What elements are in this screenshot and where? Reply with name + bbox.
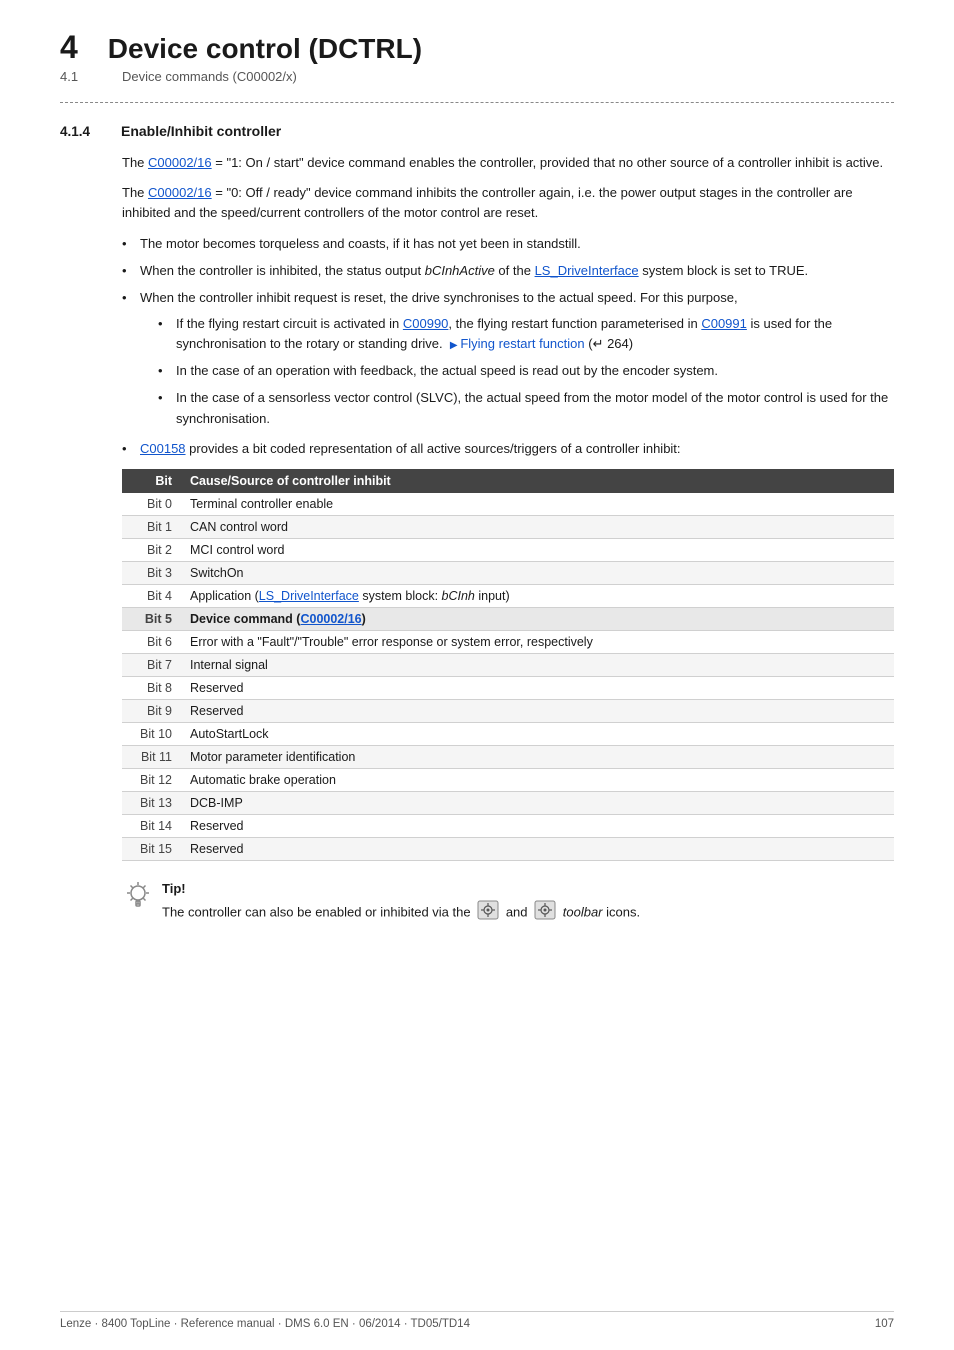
- paragraph-1: The C00002/16 = "1: On / start" device c…: [122, 153, 894, 173]
- bit-cell: Bit 0: [122, 493, 182, 516]
- bit-cell: Bit 8: [122, 676, 182, 699]
- section-title: Enable/Inhibit controller: [121, 123, 281, 139]
- cause-cell: AutoStartLock: [182, 722, 894, 745]
- cause-cell: SwitchOn: [182, 561, 894, 584]
- bit-cell: Bit 11: [122, 745, 182, 768]
- bullet-4: C00158 provides a bit coded representati…: [122, 439, 894, 459]
- link-c00002-16-p1[interactable]: C00002/16: [148, 155, 212, 170]
- sub-bullet-2: In the case of an operation with feedbac…: [158, 361, 894, 381]
- section-number: 4.1.4: [60, 124, 105, 139]
- tip-content: Tip! The controller can also be enabled …: [162, 881, 894, 926]
- tip-box: Tip! The controller can also be enabled …: [122, 881, 894, 926]
- cause-cell: Application (LS_DriveInterface system bl…: [182, 584, 894, 607]
- bit-cell: Bit 3: [122, 561, 182, 584]
- cause-cell: Reserved: [182, 699, 894, 722]
- sub-bullet-1: If the flying restart circuit is activat…: [158, 314, 894, 354]
- cause-cell: Reserved: [182, 837, 894, 860]
- cause-cell: Error with a "Fault"/"Trouble" error res…: [182, 630, 894, 653]
- cause-cell: Device command (C00002/16): [182, 607, 894, 630]
- bit-cell: Bit 2: [122, 538, 182, 561]
- header-title-row: 4 Device control (DCTRL): [60, 30, 894, 65]
- toolbar-icon-1: [477, 900, 499, 926]
- page-container: 4 Device control (DCTRL) 4.1 Device comm…: [0, 0, 954, 1350]
- cause-cell: Internal signal: [182, 653, 894, 676]
- bit-cell: Bit 6: [122, 630, 182, 653]
- bit-cell: Bit 15: [122, 837, 182, 860]
- paragraph-2: The C00002/16 = "0: Off / ready" device …: [122, 183, 894, 223]
- tip-text: The controller can also be enabled or in…: [162, 900, 894, 926]
- bit-cell: Bit 10: [122, 722, 182, 745]
- table-row: Bit 4 Application (LS_DriveInterface sys…: [122, 584, 894, 607]
- table-row: Bit 6 Error with a "Fault"/"Trouble" err…: [122, 630, 894, 653]
- toolbar-icon-2: [534, 900, 556, 926]
- table-row: Bit 9 Reserved: [122, 699, 894, 722]
- table-row: Bit 11 Motor parameter identification: [122, 745, 894, 768]
- sub-bullet-list: If the flying restart circuit is activat…: [158, 314, 894, 429]
- table-row-highlight: Bit 5 Device command (C00002/16): [122, 607, 894, 630]
- bit-cell: Bit 9: [122, 699, 182, 722]
- table-row: Bit 13 DCB-IMP: [122, 791, 894, 814]
- sub-heading-row: 4.1 Device commands (C00002/x): [60, 69, 894, 84]
- chapter-number: 4: [60, 30, 78, 65]
- cause-cell: Motor parameter identification: [182, 745, 894, 768]
- link-c00158[interactable]: C00158: [140, 441, 186, 456]
- bullet-2: When the controller is inhibited, the st…: [122, 261, 894, 281]
- cause-cell: MCI control word: [182, 538, 894, 561]
- cause-cell: Automatic brake operation: [182, 768, 894, 791]
- sub-text: Device commands (C00002/x): [122, 69, 297, 84]
- bit-cell: Bit 13: [122, 791, 182, 814]
- bullet-3: When the controller inhibit request is r…: [122, 288, 894, 429]
- link-c00002-16-table[interactable]: C00002/16: [300, 612, 361, 626]
- bullet-3-text: When the controller inhibit request is r…: [140, 290, 738, 305]
- chapter-title: Device control (DCTRL): [108, 33, 422, 65]
- tip-svg-icon: [122, 879, 154, 911]
- cause-cell: Terminal controller enable: [182, 493, 894, 516]
- bit-cell: Bit 4: [122, 584, 182, 607]
- link-ls-driveinterface-b2[interactable]: LS_DriveInterface: [535, 263, 639, 278]
- link-c00002-16-p2[interactable]: C00002/16: [148, 185, 212, 200]
- tip-label: Tip!: [162, 881, 894, 896]
- table-header-row: Bit Cause/Source of controller inhibit: [122, 469, 894, 493]
- table-row: Bit 0 Terminal controller enable: [122, 493, 894, 516]
- link-c00991[interactable]: C00991: [701, 316, 747, 331]
- bit-cell: Bit 5: [122, 607, 182, 630]
- link-flying-restart[interactable]: Flying restart function: [450, 336, 585, 351]
- bit-cell: Bit 14: [122, 814, 182, 837]
- cause-cell: DCB-IMP: [182, 791, 894, 814]
- col-cause: Cause/Source of controller inhibit: [182, 469, 894, 493]
- bullet-1-text: The motor becomes torqueless and coasts,…: [140, 236, 581, 251]
- table-row: Bit 7 Internal signal: [122, 653, 894, 676]
- section-heading: 4.1.4 Enable/Inhibit controller: [60, 123, 894, 139]
- sub-bullet-3: In the case of a sensorless vector contr…: [158, 388, 894, 428]
- cause-cell: Reserved: [182, 676, 894, 699]
- bit-cell: Bit 7: [122, 653, 182, 676]
- bit-cell: Bit 12: [122, 768, 182, 791]
- cause-cell: CAN control word: [182, 515, 894, 538]
- page-footer: Lenze · 8400 TopLine · Reference manual …: [60, 1311, 894, 1330]
- tip-icon: [122, 879, 154, 917]
- table-row: Bit 14 Reserved: [122, 814, 894, 837]
- toolbar-text: toolbar: [563, 904, 603, 919]
- bullet-2-text: When the controller is inhibited, the st…: [140, 263, 808, 278]
- footer-right: 107: [875, 1318, 894, 1330]
- table-row: Bit 8 Reserved: [122, 676, 894, 699]
- table-row: Bit 3 SwitchOn: [122, 561, 894, 584]
- table-row: Bit 1 CAN control word: [122, 515, 894, 538]
- table-row: Bit 2 MCI control word: [122, 538, 894, 561]
- table-row: Bit 15 Reserved: [122, 837, 894, 860]
- table-row: Bit 12 Automatic brake operation: [122, 768, 894, 791]
- footer-left: Lenze · 8400 TopLine · Reference manual …: [60, 1318, 470, 1330]
- link-c00990[interactable]: C00990: [403, 316, 449, 331]
- cause-cell: Reserved: [182, 814, 894, 837]
- header-section: 4 Device control (DCTRL) 4.1 Device comm…: [60, 30, 894, 84]
- bit-cell: Bit 1: [122, 515, 182, 538]
- section-divider: [60, 102, 894, 103]
- sub-num: 4.1: [60, 69, 92, 84]
- main-bullet-list: The motor becomes torqueless and coasts,…: [122, 234, 894, 459]
- controller-inhibit-table: Bit Cause/Source of controller inhibit B…: [122, 469, 894, 861]
- link-ls-driveinterface-table[interactable]: LS_DriveInterface: [259, 589, 359, 603]
- bullet-1: The motor becomes torqueless and coasts,…: [122, 234, 894, 254]
- col-bit: Bit: [122, 469, 182, 493]
- table-row: Bit 10 AutoStartLock: [122, 722, 894, 745]
